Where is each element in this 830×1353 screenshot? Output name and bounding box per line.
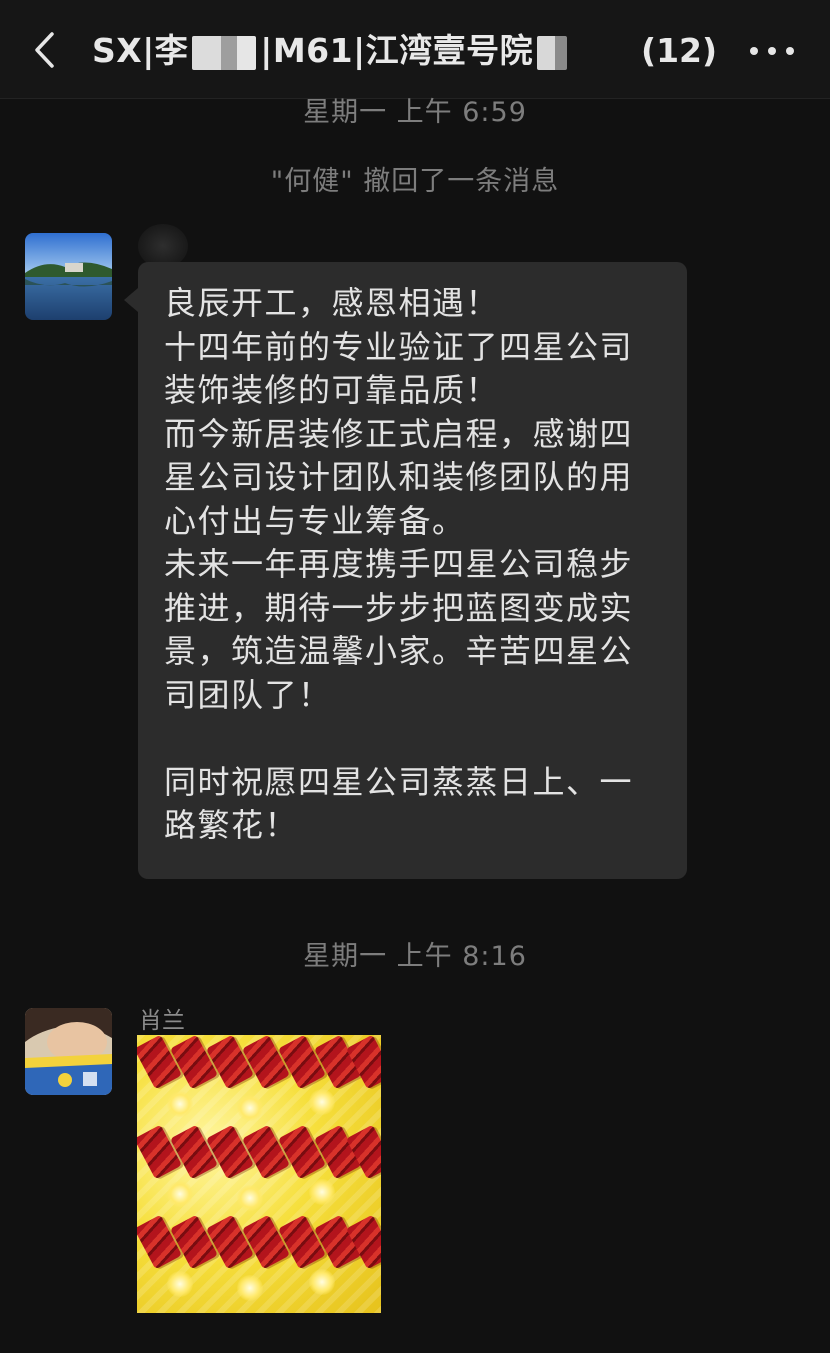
member-count: (12) xyxy=(641,31,718,70)
avatar-child-photo xyxy=(25,1008,112,1095)
firecracker-graphic xyxy=(277,1124,327,1180)
spark-graphic xyxy=(167,1271,193,1297)
firecracker-graphic xyxy=(169,1124,219,1180)
message-line: 星公司设计团队和装修团队的用 xyxy=(164,458,634,496)
message-timestamp: 星期一 上午 6:59 xyxy=(303,97,527,128)
firecracker-graphic xyxy=(277,1035,327,1090)
avatar[interactable] xyxy=(25,233,112,320)
chevron-left-icon xyxy=(35,32,54,68)
chat-header: SX|李 |M61|江湾壹号院 (12) xyxy=(0,0,830,99)
message-line: 而今新居装修正式启程，感谢四 xyxy=(164,414,634,453)
chat-title-main: |M61|江湾壹号院 xyxy=(260,31,534,70)
message-line: 十四年前的专业验证了四星公司 xyxy=(164,327,634,366)
firecracker-graphic xyxy=(205,1035,255,1090)
more-button[interactable] xyxy=(746,32,798,68)
spark-graphic xyxy=(167,1091,193,1117)
recall-notice: "何健" 撤回了一条消息 xyxy=(270,166,560,197)
firecracker-graphic xyxy=(205,1124,255,1180)
chat-title: SX|李 |M61|江湾壹号院 xyxy=(92,26,571,76)
avatar-landscape-image xyxy=(25,233,112,320)
sender-name: 肖兰 xyxy=(139,1008,185,1034)
spark-graphic xyxy=(237,1095,263,1121)
avatar[interactable] xyxy=(25,1008,112,1095)
firecracker-graphic xyxy=(169,1214,219,1270)
message-line: 路繁花！ xyxy=(164,806,299,844)
redacted-block xyxy=(192,35,257,70)
spark-graphic xyxy=(309,1179,335,1205)
message-line: 良辰开工，感恩相遇！ xyxy=(164,284,500,322)
firecracker-graphic xyxy=(241,1214,291,1270)
firecracker-graphic xyxy=(241,1124,291,1180)
spark-graphic xyxy=(167,1181,193,1207)
back-button[interactable] xyxy=(28,28,68,72)
firecracker-graphic xyxy=(169,1035,219,1090)
firecracker-graphic xyxy=(137,1124,183,1180)
more-dots-icon xyxy=(768,47,776,55)
message-line: 景，筑造温馨小家。辛苦四星公 xyxy=(164,632,634,670)
message-line: 同时祝愿四星公司蒸蒸日上、一 xyxy=(164,762,634,801)
spark-graphic xyxy=(237,1185,263,1211)
firecracker-graphic xyxy=(241,1035,291,1090)
message-line: 司团队了！ xyxy=(164,675,332,714)
message-bubble[interactable]: 良辰开工，感恩相遇！ 十四年前的专业验证了四星公司 装饰装修的可靠品质！ 而今新… xyxy=(138,262,687,879)
spark-graphic xyxy=(237,1275,263,1301)
bubble-tail xyxy=(124,288,138,312)
message-line: 未来一年再度携手四星公司稳步 xyxy=(164,545,634,583)
message-blank-line xyxy=(164,717,663,761)
firecracker-graphic xyxy=(205,1214,255,1270)
more-dots-icon xyxy=(750,47,758,55)
spark-graphic xyxy=(309,1269,335,1295)
redacted-block xyxy=(537,35,568,70)
firecracker-sticker[interactable] xyxy=(137,1035,381,1313)
more-dots-icon xyxy=(786,47,794,55)
firecracker-graphic xyxy=(277,1214,327,1270)
message-timestamp: 星期一 上午 8:16 xyxy=(303,941,527,972)
spark-graphic xyxy=(309,1089,335,1115)
message-line: 推进，期待一步步把蓝图变成实 xyxy=(164,588,634,627)
chat-title-prefix: SX|李 xyxy=(92,31,189,70)
firecracker-graphic xyxy=(137,1214,183,1270)
message-line: 装饰装修的可靠品质！ xyxy=(164,371,500,409)
firecracker-graphic xyxy=(137,1035,183,1090)
message-line: 心付出与专业筹备。 xyxy=(164,501,466,540)
